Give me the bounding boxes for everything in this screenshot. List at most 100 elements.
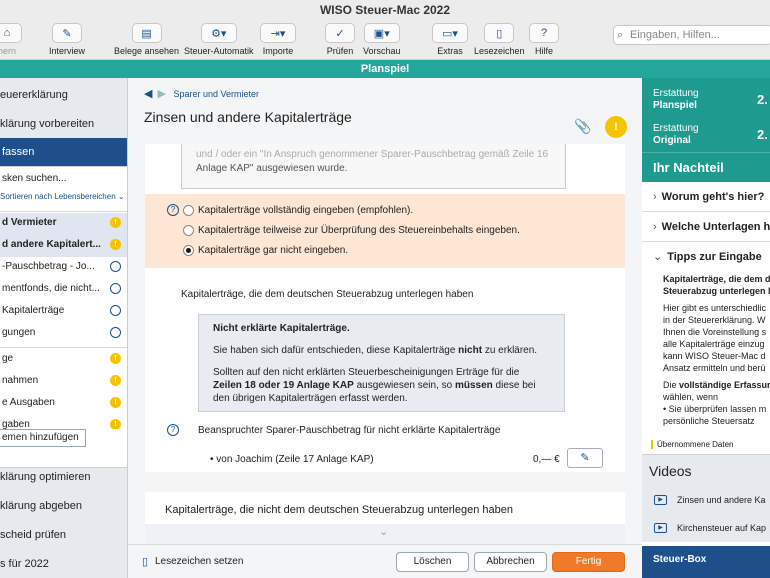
radio-button[interactable] bbox=[183, 225, 194, 236]
divider bbox=[0, 211, 127, 212]
refund-original-value: 2. bbox=[757, 127, 768, 142]
help-icon[interactable]: ? bbox=[167, 424, 179, 436]
chevron-down-icon: ⌄ bbox=[653, 251, 663, 263]
radio-button[interactable] bbox=[183, 245, 194, 256]
accordion-tipps[interactable]: ⌄ Tipps zur Eingabe bbox=[642, 242, 770, 272]
toolbar-pruefen-button[interactable]: ✓ Prüfen bbox=[325, 23, 355, 56]
tips-content: Kapitalerträge, die dem d Steuerabzug unt… bbox=[663, 274, 770, 426]
previous-info-box: und / oder ein "In Anspruch genommener S… bbox=[181, 144, 566, 189]
mode-bar: Planspiel bbox=[0, 60, 770, 78]
sidebar-item-optimieren[interactable]: klärung optimieren bbox=[0, 471, 127, 483]
search-input[interactable]: ⌕ Eingaben, Hilfen... bbox=[613, 25, 770, 45]
cancel-button[interactable]: Abbrechen bbox=[474, 552, 547, 572]
done-button[interactable]: Fertig bbox=[552, 552, 625, 572]
topic-search-field[interactable]: sken suchen... bbox=[2, 173, 127, 184]
pencil-icon: ✎ bbox=[52, 23, 82, 43]
chevron-right-icon: › bbox=[653, 221, 657, 233]
video-item[interactable]: ▶ Zinsen und andere Ka bbox=[642, 486, 770, 514]
toolbar-home-button[interactable]: ⌂ hern bbox=[0, 23, 22, 56]
toolbar-vorschau-button[interactable]: ▣▾ Vorschau bbox=[363, 23, 401, 56]
toolbar-steuer-automatik-button[interactable]: ⚙▾ Steuer-Automatik bbox=[184, 23, 254, 56]
sidebar-subitem[interactable]: gaben ! bbox=[0, 415, 127, 429]
disadvantage-header: Ihr Nachteil bbox=[642, 152, 770, 182]
radio-option-vollstaendig[interactable]: Kapitalerträge vollständig eingeben (emp… bbox=[183, 205, 413, 216]
chevron-down-icon: ⌄ bbox=[117, 192, 125, 201]
back-arrow-icon[interactable]: ◀ bbox=[144, 88, 152, 100]
info-box: Nicht erklärte Kapitalerträge. Sie haben… bbox=[198, 314, 565, 412]
set-bookmark-link[interactable]: Lesezeichen setzen bbox=[155, 556, 243, 567]
accordion-unterlagen[interactable]: › Welche Unterlagen he bbox=[642, 212, 770, 242]
toolbar-belege-button[interactable]: ▤ Belege ansehen bbox=[114, 23, 179, 56]
open-circle-icon bbox=[110, 283, 121, 294]
sidebar-subitem[interactable]: mentfonds, die nicht... bbox=[0, 279, 127, 301]
breadcrumb-item[interactable]: Sparer und Vermieter bbox=[173, 89, 259, 99]
warning-icon: ! bbox=[110, 419, 121, 429]
help-icon[interactable]: ? bbox=[167, 204, 179, 216]
paperclip-icon[interactable]: 📎 bbox=[574, 118, 591, 135]
choice-panel: ? Kapitalerträge vollständig eingeben (e… bbox=[145, 194, 625, 268]
warning-icon: ! bbox=[110, 217, 121, 228]
adopted-data-legend: Übernommene Daten bbox=[651, 440, 733, 449]
refund-planspiel-value: 2. bbox=[757, 92, 768, 107]
edit-button[interactable]: ✎ bbox=[567, 448, 603, 468]
sidebar-subitem[interactable]: ge ! bbox=[0, 349, 127, 371]
open-circle-icon bbox=[110, 327, 121, 338]
sidebar-subitem[interactable]: d Vermieter ! bbox=[0, 213, 127, 235]
sort-select[interactable]: Sortieren nach Lebensbereichen ⌄ bbox=[0, 192, 127, 201]
sidebar-subitem[interactable]: e Ausgaben ! bbox=[0, 393, 127, 415]
radio-option-teilweise[interactable]: Kapitalerträge teilweise zur Überprüfung… bbox=[183, 225, 520, 236]
amount-value: 0,— € bbox=[533, 454, 560, 465]
video-item[interactable]: ▶ Kirchensteuer auf Kap bbox=[642, 514, 770, 542]
form-card: und / oder ein "In Anspruch genommener S… bbox=[145, 144, 625, 472]
sidebar-subitem[interactable]: d andere Kapitalert... ! bbox=[0, 235, 127, 257]
open-circle-icon bbox=[110, 305, 121, 316]
sidebar-item-abgeben[interactable]: klärung abgeben bbox=[0, 500, 127, 512]
gear-icon: ⚙▾ bbox=[200, 23, 237, 43]
main-content: ◀ ▶ Sparer und Vermieter Zinsen und ander… bbox=[128, 78, 642, 578]
radio-button[interactable] bbox=[183, 205, 194, 216]
sidebar-subitem[interactable]: -Pauschbetrag - Jo... bbox=[0, 257, 127, 279]
pencil-icon: ✎ bbox=[580, 452, 590, 464]
bookmark-icon: ▯ bbox=[484, 23, 515, 43]
search-icon: ⌕ bbox=[617, 29, 624, 41]
receipt-icon: ▤ bbox=[131, 23, 162, 43]
warning-icon: ! bbox=[110, 239, 121, 250]
right-panel: Erstattung Planspiel 2. Erstattung Origina… bbox=[642, 78, 770, 578]
sidebar-subitem[interactable]: Kapitalerträge bbox=[0, 301, 127, 323]
field-label: • von Joachim (Zeile 17 Anlage KAP) bbox=[210, 454, 374, 465]
chevron-right-icon: › bbox=[653, 191, 657, 203]
car-icon: ▭▾ bbox=[432, 23, 468, 43]
sidebar-item-steuererklaerung[interactable]: euererklärung bbox=[0, 89, 127, 101]
sidebar-subitem[interactable]: gungen bbox=[0, 323, 127, 345]
field-label: Beanspruchter Sparer-Pauschbetrag für ni… bbox=[198, 425, 501, 436]
sidebar-item-vorbereiten[interactable]: klärung vorbereiten bbox=[0, 118, 127, 130]
refund-summary: Erstattung Planspiel 2. Erstattung Origina… bbox=[642, 78, 770, 152]
forward-arrow-icon[interactable]: ▶ bbox=[157, 88, 165, 100]
sidebar: euererklärung klärung vorbereiten fassen… bbox=[0, 78, 128, 578]
home-icon: ⌂ bbox=[0, 23, 22, 43]
sidebar-item-2022[interactable]: s für 2022 bbox=[0, 558, 127, 570]
breadcrumb: ◀ ▶ Sparer und Vermieter bbox=[144, 87, 259, 100]
sidebar-item-erfassen[interactable]: fassen bbox=[0, 138, 127, 166]
sidebar-subitem[interactable]: nahmen ! bbox=[0, 371, 127, 393]
warning-icon[interactable]: ! bbox=[605, 116, 627, 138]
warning-icon: ! bbox=[110, 353, 121, 364]
toolbar-extras-button[interactable]: ▭▾ Extras bbox=[432, 23, 468, 56]
steuer-box-header[interactable]: Steuer-Box bbox=[642, 546, 770, 578]
chevron-down-icon[interactable]: ⌄ bbox=[379, 525, 388, 538]
toolbar-hilfe-button[interactable]: ? Hilfe bbox=[529, 23, 559, 56]
bookmark-icon[interactable]: ▯ bbox=[142, 555, 148, 568]
add-topics-button[interactable]: emen hinzufügen bbox=[0, 429, 86, 447]
import-icon: ⇥▾ bbox=[260, 23, 296, 43]
radio-option-gar-nicht[interactable]: Kapitalerträge gar nicht eingeben. bbox=[183, 245, 348, 256]
form-card-section2: Kapitalerträge, die nicht dem deutschen … bbox=[145, 492, 625, 544]
toolbar-lesezeichen-button[interactable]: ▯ Lesezeichen bbox=[474, 23, 525, 56]
open-circle-icon bbox=[110, 261, 121, 272]
toolbar-importe-button[interactable]: ⇥▾ Importe bbox=[260, 23, 296, 56]
sidebar-item-bescheid-pruefen[interactable]: scheid prüfen bbox=[0, 529, 127, 541]
delete-button[interactable]: Löschen bbox=[396, 552, 469, 572]
toolbar-interview-button[interactable]: ✎ Interview bbox=[49, 23, 85, 56]
check-document-icon: ✓ bbox=[325, 23, 355, 43]
accordion-worum[interactable]: › Worum geht's hier? bbox=[642, 182, 770, 212]
videos-header: Videos bbox=[642, 454, 770, 486]
